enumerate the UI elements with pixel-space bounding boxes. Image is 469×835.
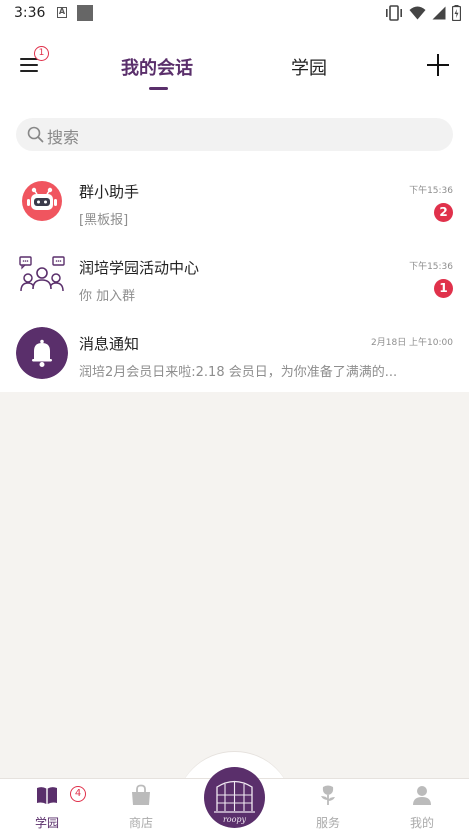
conversation-time: 下午15:36 <box>409 186 453 196</box>
nav-service[interactable]: 服务 <box>298 784 358 830</box>
center-logo-button[interactable]: roopy <box>204 767 265 828</box>
robot-icon <box>22 181 62 221</box>
group-chat-icon <box>19 256 65 292</box>
conversation-title: 群小助手 <box>79 183 140 201</box>
logo-text: roopy <box>223 815 247 824</box>
academy-logo-icon: roopy <box>214 780 255 824</box>
nav-badge: 4 <box>70 786 86 802</box>
tab-my-conversations[interactable]: 我的会话 <box>121 54 193 80</box>
search-placeholder: 搜索 <box>47 128 80 147</box>
search-input[interactable]: 搜索 <box>16 118 453 151</box>
conversation-list: 群小助手 [黑板报] 下午15:36 2 润培学园活动中心 你 加入群 下午15… <box>0 166 469 392</box>
nav-academy[interactable]: 学园 <box>17 784 77 830</box>
nav-mine[interactable]: 我的 <box>392 784 452 830</box>
conversation-time: 2月18日 上午10:00 <box>371 338 453 348</box>
conversation-preview: [黑板报] <box>79 213 129 228</box>
conversation-preview: 润培2月会员日来啦:2.18 会员日，为你准备了满满的... <box>79 365 398 380</box>
nav-label: 商店 <box>128 816 153 830</box>
unread-badge: 1 <box>434 279 453 298</box>
conversation-time: 下午15:36 <box>409 262 453 272</box>
menu-badge: 1 <box>34 46 49 61</box>
battery-icon <box>452 5 461 21</box>
notification-a-icon: A <box>57 7 67 18</box>
conversation-item[interactable]: 群小助手 [黑板报] 下午15:36 2 <box>0 166 469 240</box>
status-icons <box>385 4 461 22</box>
bell-icon <box>16 327 68 379</box>
search-icon <box>27 126 44 143</box>
tab-indicator <box>149 87 168 90</box>
search-section: 搜索 <box>0 106 469 166</box>
plus-icon-bar <box>427 64 449 67</box>
notification-square-icon <box>77 5 93 21</box>
conversation-item[interactable]: 消息通知 润培2月会员日来啦:2.18 会员日，为你准备了满满的... 2月18… <box>0 318 469 392</box>
status-bar: 3:36 A <box>0 0 469 26</box>
nav-label: 我的 <box>409 816 434 830</box>
wifi-icon <box>409 6 426 20</box>
status-time: 3:36 <box>14 5 46 21</box>
nav-store[interactable]: 商店 <box>111 784 171 830</box>
vibrate-icon <box>386 5 402 21</box>
add-button[interactable] <box>426 53 450 77</box>
conversation-title: 润培学园活动中心 <box>79 259 200 277</box>
signal-icon <box>432 6 446 20</box>
conversation-title: 消息通知 <box>79 335 140 353</box>
nav-label: 服务 <box>315 816 340 830</box>
conversation-item[interactable]: 润培学园活动中心 你 加入群 下午15:36 1 <box>0 242 469 316</box>
flower-icon <box>321 785 335 805</box>
nav-label: 学园 <box>34 816 59 830</box>
person-icon <box>413 786 431 805</box>
tab-academy[interactable]: 学园 <box>291 54 327 80</box>
book-icon <box>37 787 57 804</box>
conversation-preview: 你 加入群 <box>79 289 136 304</box>
unread-badge: 2 <box>434 203 453 222</box>
menu-icon-bar <box>20 64 38 66</box>
shopping-bag-icon <box>132 784 150 805</box>
header: 1 我的会话 学园 <box>0 26 469 106</box>
menu-icon-bar <box>20 70 38 72</box>
